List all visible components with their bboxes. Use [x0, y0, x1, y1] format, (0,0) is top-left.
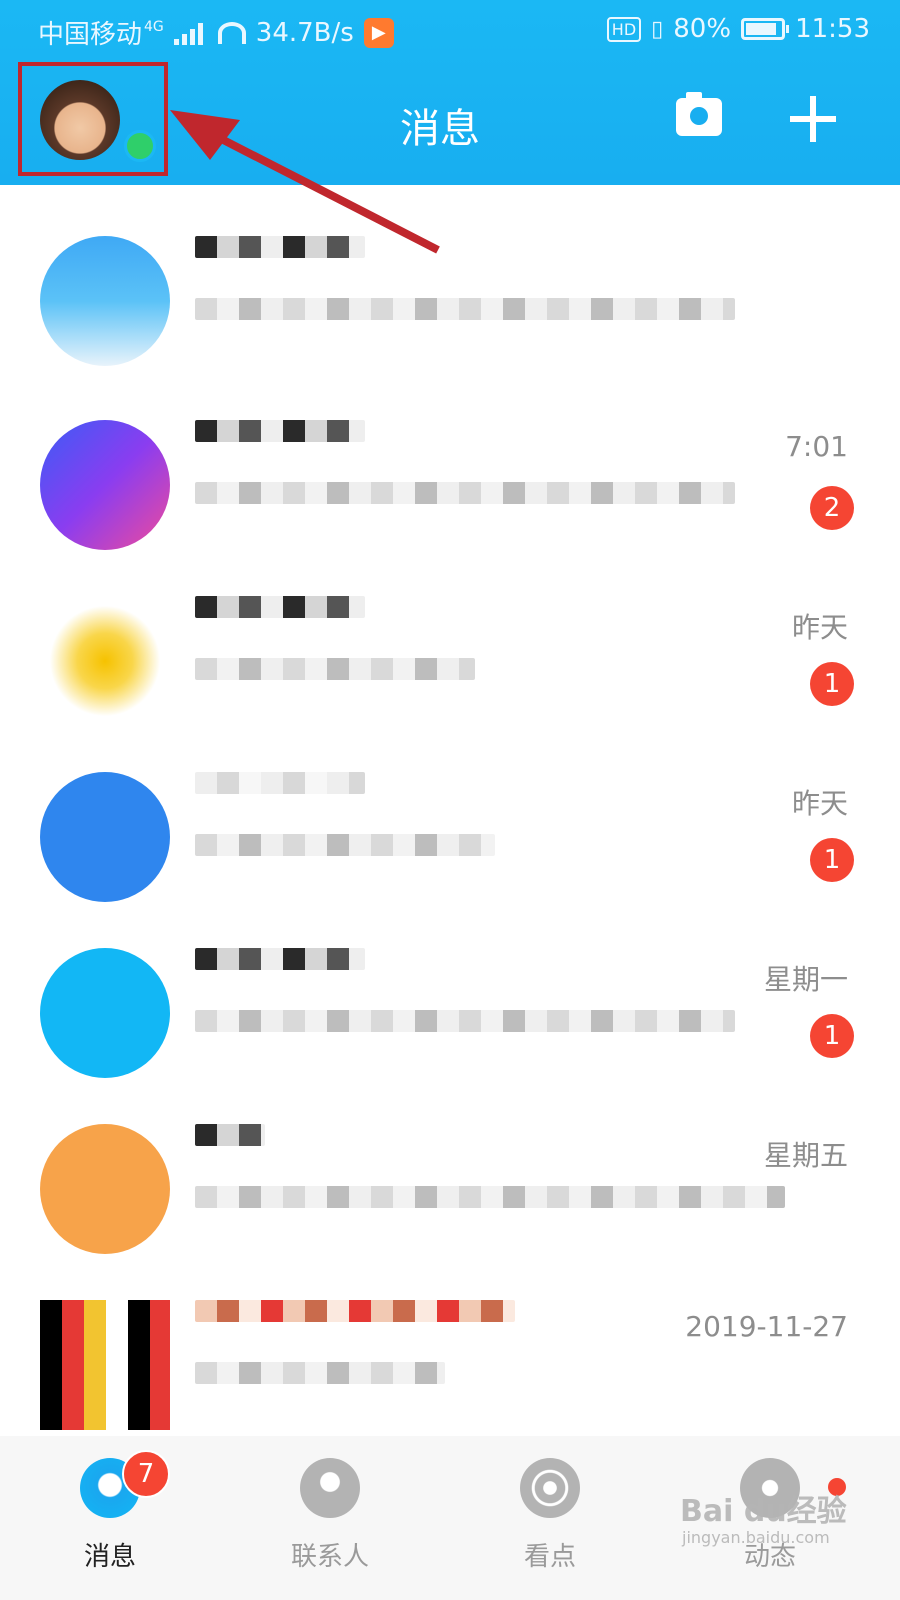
battery-percent: 80%: [673, 14, 732, 44]
network-speed: 34.7B/s: [255, 17, 354, 48]
wifi-icon: [217, 21, 246, 44]
chat-row[interactable]: 昨天 1: [0, 576, 900, 752]
online-status-dot: [124, 130, 156, 162]
tab-contacts[interactable]: 联系人: [240, 1436, 420, 1600]
chat-row[interactable]: 7:01 2: [0, 400, 900, 576]
chat-name-redacted: [195, 772, 365, 794]
unread-badge: 1: [810, 1014, 854, 1058]
chat-avatar: [40, 236, 170, 366]
chat-message-redacted: [195, 482, 735, 504]
chat-name-redacted: [195, 1124, 265, 1146]
unread-badge: 1: [810, 838, 854, 882]
hd-icon: HD: [606, 16, 642, 42]
chat-name-redacted: [195, 420, 365, 442]
chat-time: 昨天: [791, 611, 848, 644]
chat-time: 星期一: [763, 963, 848, 996]
plus-icon[interactable]: [790, 96, 836, 142]
chat-message-redacted: [195, 1186, 785, 1208]
baidu-watermark: Bai du经验: [680, 1494, 847, 1529]
chat-avatar: [40, 596, 170, 726]
chat-time: 昨天: [791, 787, 848, 820]
chat-name-redacted: [195, 948, 365, 970]
chat-name-redacted: [195, 1300, 515, 1322]
chat-avatar: [40, 1300, 170, 1430]
chat-name-redacted: [195, 596, 365, 618]
chat-row[interactable]: 星期一 1: [0, 928, 900, 1104]
chat-row[interactable]: 昨天 1: [0, 752, 900, 928]
chat-time: 星期五: [763, 1139, 848, 1172]
camera-icon[interactable]: [676, 92, 722, 136]
clock: 11:53: [795, 14, 870, 44]
chat-message-redacted: [195, 1010, 735, 1032]
chat-name-redacted: [195, 236, 365, 258]
tab-label: 联系人: [290, 1542, 369, 1572]
eye-icon: [520, 1458, 580, 1518]
unread-badge: 2: [810, 486, 854, 530]
chat-avatar: [40, 948, 170, 1078]
chat-avatar: [40, 772, 170, 902]
tab-kandian[interactable]: 看点: [460, 1436, 640, 1600]
chat-row[interactable]: [0, 216, 900, 392]
tab-label: 看点: [523, 1542, 576, 1572]
watermark-url: jingyan.baidu.com: [682, 1528, 830, 1547]
chat-row[interactable]: 星期五: [0, 1104, 900, 1280]
tab-badge: 7: [122, 1450, 170, 1498]
chat-message-redacted: [195, 658, 475, 680]
battery-icon: [741, 18, 790, 40]
vibrate-icon: ▯: [651, 16, 664, 42]
signal-icon: [173, 21, 208, 45]
carrier-label: 中国移动: [38, 20, 143, 50]
chat-row[interactable]: 2019-11-27: [0, 1280, 900, 1456]
network-label: 4G: [144, 18, 164, 35]
unread-badge: 1: [810, 662, 854, 706]
tab-label: 消息: [83, 1542, 136, 1572]
chat-avatar: [40, 420, 170, 550]
video-app-icon: ▶: [363, 17, 394, 48]
avatar[interactable]: [40, 80, 120, 160]
top-header: 中国移动 4G 34.7B/s ▶ HD ▯ 80% 11:53 消息: [0, 0, 900, 185]
contact-icon: [300, 1458, 360, 1518]
chat-time: 2019-11-27: [685, 1310, 848, 1343]
tab-messages[interactable]: 7 消息: [20, 1436, 200, 1600]
chat-message-redacted: [195, 298, 735, 320]
chat-message-redacted: [195, 1362, 445, 1384]
status-bar: 中国移动 4G 34.7B/s ▶ HD ▯ 80% 11:53: [0, 0, 900, 62]
chat-message-redacted: [195, 834, 495, 856]
chat-avatar: [40, 1124, 170, 1254]
chat-time: 7:01: [785, 430, 848, 463]
